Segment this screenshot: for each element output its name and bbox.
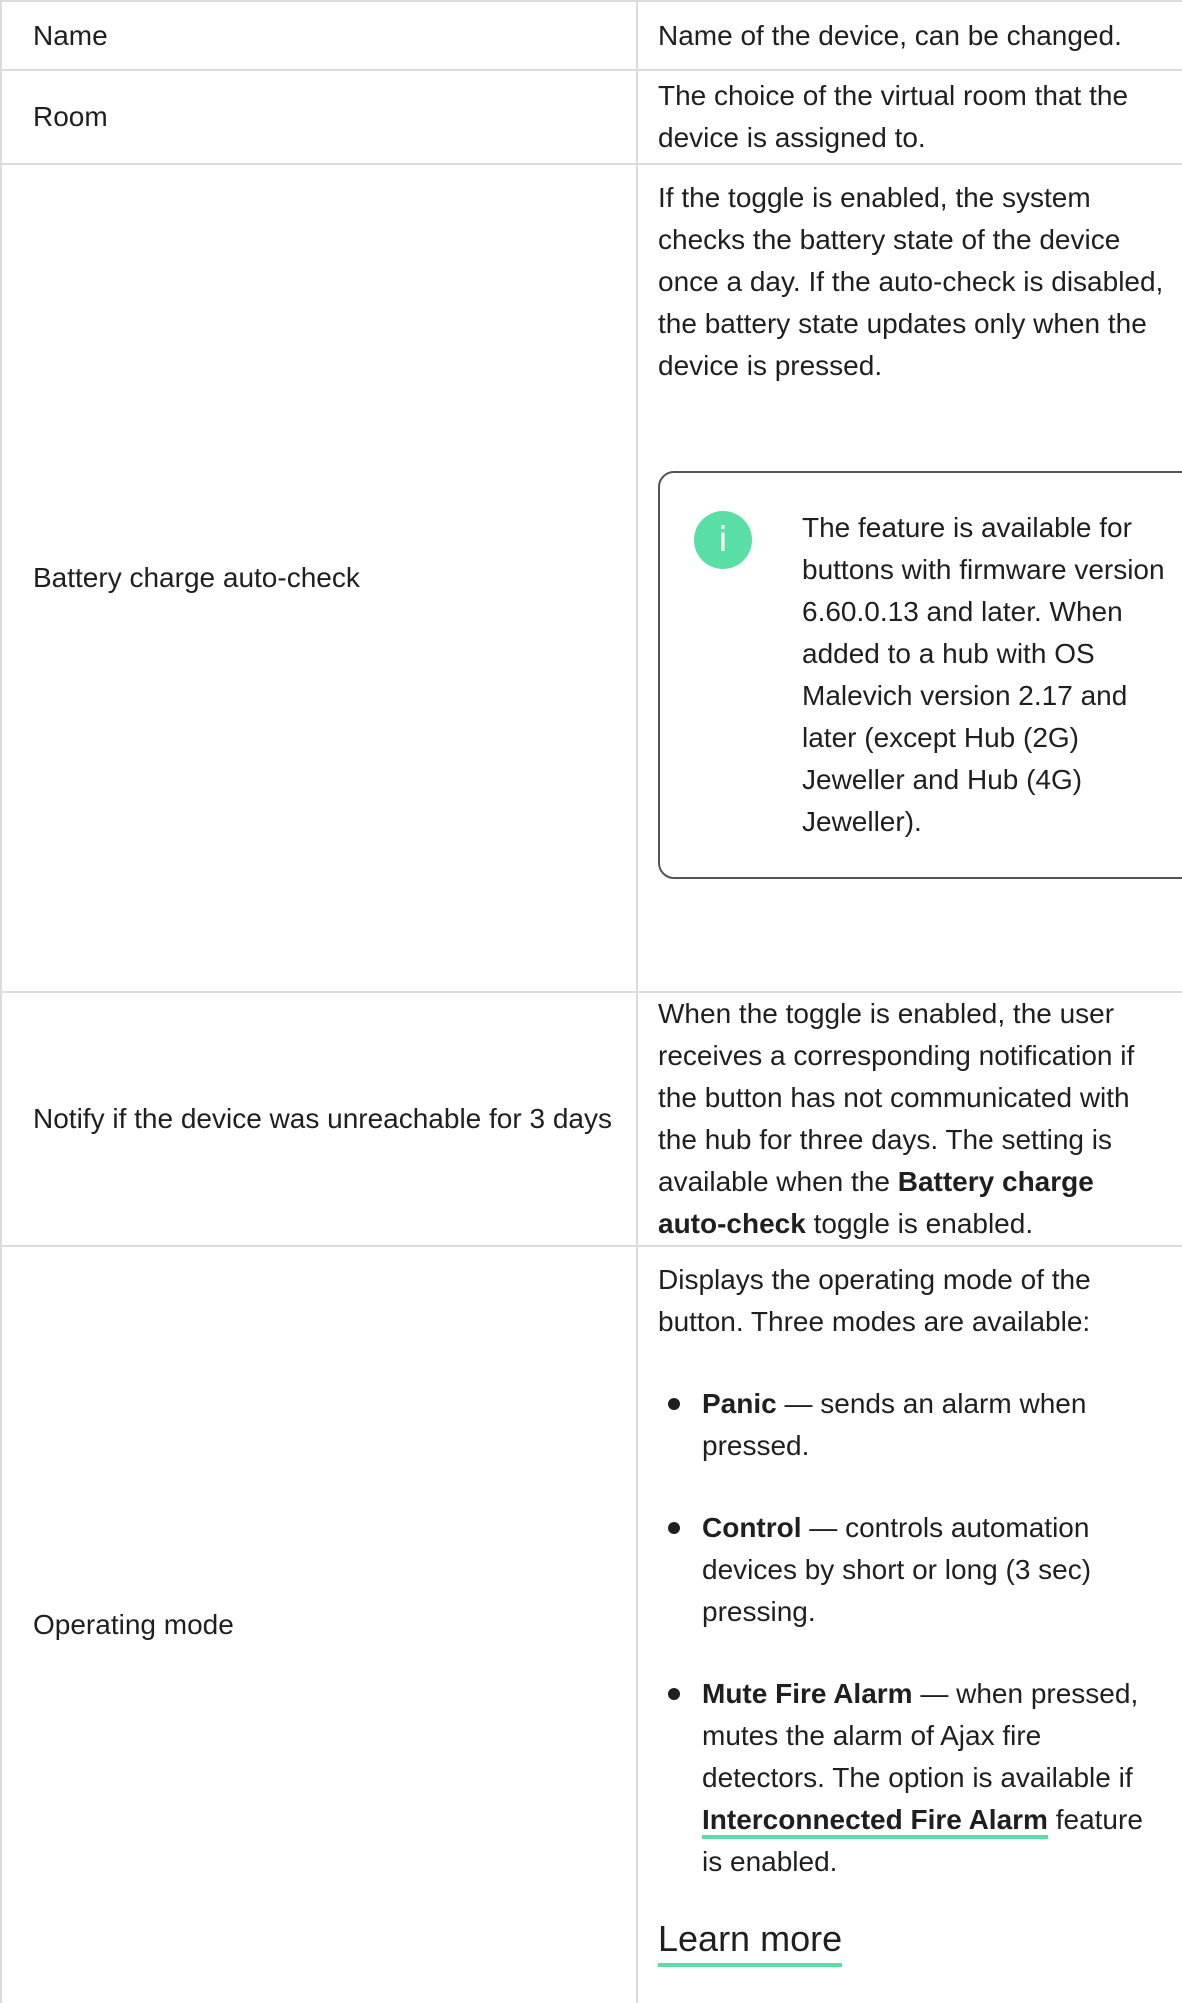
mode-title: Mute Fire Alarm [702, 1678, 913, 1709]
list-item: Mute Fire Alarm — when pressed, mutes th… [658, 1673, 1170, 1883]
table-row: Battery charge auto-check If the toggle … [0, 163, 1182, 993]
mode-title: Panic [702, 1388, 777, 1419]
mode-title: Control [702, 1512, 802, 1543]
setting-description: Displays the operating mode of the butto… [658, 1264, 1091, 1337]
settings-table: Name Name of the device, can be changed.… [0, 0, 1182, 2003]
mode-list: Panic — sends an alarm when pressed. Con… [658, 1383, 1170, 1883]
interconnected-fire-alarm-link[interactable]: Interconnected Fire Alarm [702, 1804, 1048, 1839]
table-row: Notify if the device was unreachable for… [0, 991, 1182, 1247]
setting-description: If the toggle is enabled, the system che… [658, 182, 1164, 381]
setting-description: When the toggle is enabled, the user rec… [636, 991, 1182, 1247]
setting-description-cell: Displays the operating mode of the butto… [636, 1245, 1182, 2003]
description-text: toggle is enabled. [805, 1208, 1034, 1239]
table-row: Name Name of the device, can be changed. [0, 0, 1182, 71]
list-item: Control — controls automation devices by… [658, 1507, 1170, 1633]
list-item: Panic — sends an alarm when pressed. [658, 1383, 1170, 1467]
setting-name: Name [0, 0, 638, 71]
setting-description: The choice of the virtual room that the … [636, 69, 1182, 165]
setting-description: Name of the device, can be changed. [636, 0, 1182, 71]
setting-name: Battery charge auto-check [0, 163, 638, 993]
info-icon: i [694, 511, 752, 569]
setting-name: Operating mode [0, 1245, 638, 2003]
learn-more-link[interactable]: Learn more [658, 1915, 843, 1967]
info-icon-glyph: i [718, 520, 728, 560]
table-row: Room The choice of the virtual room that… [0, 69, 1182, 165]
info-note-text: The feature is available for buttons wit… [802, 512, 1165, 837]
setting-description-cell: If the toggle is enabled, the system che… [636, 163, 1182, 993]
table-row: Operating mode Displays the operating mo… [0, 1245, 1182, 2003]
setting-name: Room [0, 69, 638, 165]
info-note: i The feature is available for buttons w… [658, 471, 1182, 879]
setting-name: Notify if the device was unreachable for… [0, 991, 638, 1247]
